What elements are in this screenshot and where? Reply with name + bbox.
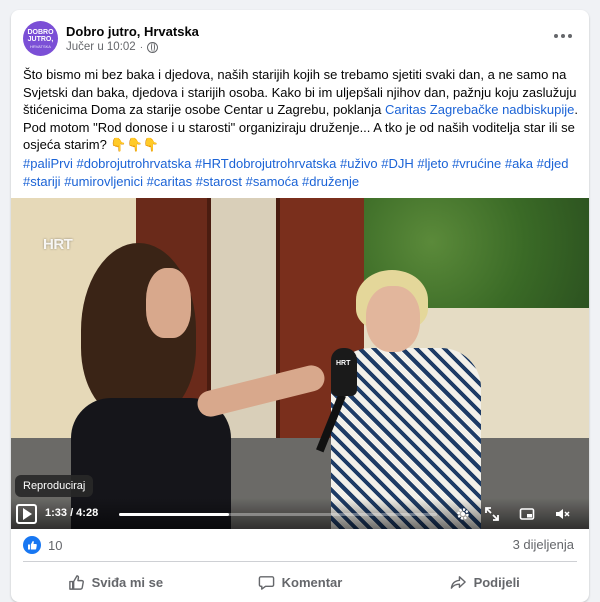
video-player[interactable]: HRT HRT Reproduciraj 1:33 / 4:28 bbox=[11, 198, 589, 529]
mute-icon[interactable] bbox=[554, 506, 570, 522]
hashtag-link[interactable]: #DJH bbox=[381, 156, 414, 171]
hashtag-link[interactable]: #starost bbox=[196, 174, 242, 189]
hashtag-link[interactable]: #samoća bbox=[246, 174, 299, 189]
play-icon bbox=[23, 508, 32, 520]
avatar-subtext: HRVATSKA bbox=[30, 43, 51, 49]
progress-fill bbox=[119, 513, 230, 516]
hashtag-list: #paliPrvi #dobrojutrohrvatska #HRTdobroj… bbox=[23, 155, 579, 190]
globe-icon bbox=[147, 41, 159, 53]
like-reaction-icon bbox=[23, 536, 41, 554]
share-label: Podijeli bbox=[473, 574, 520, 590]
more-options-button[interactable] bbox=[551, 26, 575, 46]
hashtag-link[interactable]: #aka bbox=[505, 156, 533, 171]
post-card: DOBRO JUTRO, HRVATSKA Dobro jutro, Hrvat… bbox=[11, 10, 589, 602]
comment-button[interactable]: Komentar bbox=[208, 564, 393, 600]
expand-icon[interactable] bbox=[484, 506, 500, 522]
channel-logo: HRT bbox=[43, 236, 73, 253]
hashtag-link[interactable]: #vrućine bbox=[452, 156, 501, 171]
hashtag-link[interactable]: #HRTdobrojutrohrvatska bbox=[195, 156, 336, 171]
caritas-link[interactable]: Caritas Zagrebačke nadbiskupije bbox=[385, 102, 574, 117]
time-display: 1:33 / 4:28 bbox=[45, 507, 99, 519]
dot-icon bbox=[568, 34, 572, 38]
hashtag-link[interactable]: #djed bbox=[537, 156, 569, 171]
post-meta: Jučer u 10:02 · bbox=[66, 41, 159, 53]
thumbs-up-icon bbox=[68, 574, 84, 590]
comment-icon bbox=[258, 575, 274, 590]
play-tooltip: Reproduciraj bbox=[15, 475, 94, 497]
settings-gear-icon[interactable] bbox=[455, 506, 471, 522]
meta-separator: · bbox=[139, 41, 144, 53]
hashtag-link[interactable]: #ljeto bbox=[417, 156, 448, 171]
like-label: Sviđa mi se bbox=[91, 574, 164, 590]
progress-bar[interactable] bbox=[119, 513, 437, 516]
page-avatar[interactable]: DOBRO JUTRO, HRVATSKA bbox=[23, 21, 58, 56]
like-count: 10 bbox=[48, 537, 63, 553]
hashtag-link[interactable]: #umirovljenici bbox=[64, 174, 143, 189]
avatar-text: DOBRO JUTRO, bbox=[27, 28, 54, 43]
picture-in-picture-icon[interactable] bbox=[519, 506, 535, 522]
hashtag-link[interactable]: #stariji bbox=[23, 174, 61, 189]
dot-icon bbox=[554, 34, 558, 38]
hashtag-link[interactable]: #uživo bbox=[340, 156, 378, 171]
like-button[interactable]: Sviđa mi se bbox=[23, 564, 208, 600]
hashtag-link[interactable]: #caritas bbox=[147, 174, 193, 189]
comment-label: Komentar bbox=[281, 574, 343, 590]
hashtag-link[interactable]: #dobrojutrohrvatska bbox=[76, 156, 191, 171]
hashtag-link[interactable]: #druženje bbox=[302, 174, 359, 189]
shares-count[interactable]: 3 dijeljenja bbox=[513, 537, 574, 552]
divider bbox=[23, 561, 577, 562]
dot-icon bbox=[561, 34, 565, 38]
post-timestamp[interactable]: Jučer u 10:02 bbox=[66, 41, 136, 53]
video-controls: 1:33 / 4:28 bbox=[11, 498, 589, 529]
page-name-link[interactable]: Dobro jutro, Hrvatska bbox=[66, 24, 199, 39]
play-button[interactable] bbox=[16, 504, 37, 524]
mic-label: HRT bbox=[336, 360, 351, 367]
reactions-summary[interactable]: 10 bbox=[23, 536, 62, 554]
action-bar: Sviđa mi se Komentar Podijeli bbox=[23, 564, 577, 600]
video-frame: HRT HRT bbox=[11, 198, 589, 529]
hashtag-link[interactable]: #paliPrvi bbox=[23, 156, 73, 171]
share-button[interactable]: Podijeli bbox=[392, 564, 577, 600]
share-arrow-icon bbox=[450, 575, 466, 589]
post-text: Što bismo mi bez baka i djedova, naših s… bbox=[23, 66, 579, 154]
